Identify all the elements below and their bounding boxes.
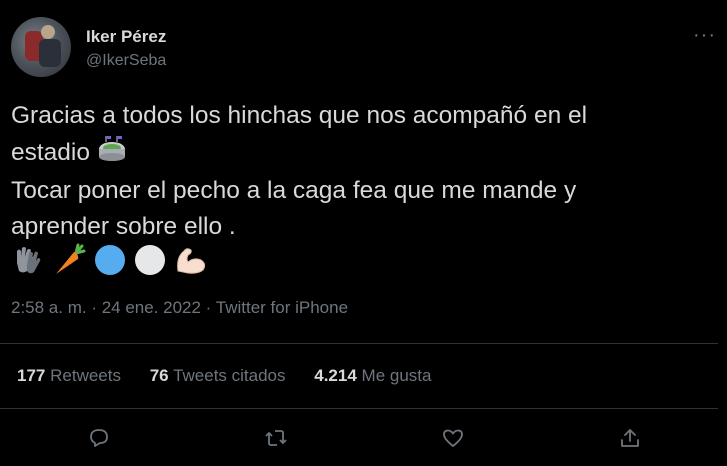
reply-icon [90, 429, 108, 447]
divider [0, 408, 718, 409]
tweet-line: Gracias a todos los hinchas que nos acom… [11, 102, 588, 129]
likes-stat[interactable]: 4.214 Me gusta [314, 366, 431, 385]
author-handle[interactable]: @IkerSeba [86, 52, 166, 70]
share-icon [621, 429, 639, 447]
heart-icon [443, 429, 463, 447]
emoji-row [11, 243, 711, 279]
reply-button[interactable] [84, 423, 114, 453]
like-button[interactable] [438, 423, 468, 453]
likes-count: 4.214 [314, 366, 357, 385]
avatar[interactable] [11, 17, 71, 77]
likes-label: Me gusta [361, 366, 432, 385]
divider [0, 343, 718, 344]
more-options-icon[interactable]: ··· [693, 24, 716, 47]
blue-circle-emoji-icon [93, 243, 127, 288]
avatar-figure [39, 39, 61, 67]
white-circle-emoji-icon [133, 243, 167, 288]
tweet-text: Gracias a todos los hinchas que nos acom… [11, 98, 711, 279]
retweets-count: 177 [17, 366, 46, 385]
share-button[interactable] [615, 423, 645, 453]
tweet-line: aprender sobre ello . [11, 213, 236, 240]
retweets-label: Retweets [50, 366, 121, 385]
stadium-emoji-icon [97, 134, 127, 173]
gloves-emoji-icon [11, 243, 45, 288]
carrot-emoji-icon [52, 243, 86, 288]
quotes-count: 76 [149, 366, 169, 385]
tweet-line-text: estadio [11, 138, 91, 166]
retweet-button[interactable] [261, 423, 291, 453]
quotes-stat[interactable]: 76 Tweets citados [150, 366, 286, 385]
avatar-figure [41, 25, 55, 39]
quotes-label: Tweets citados [173, 366, 286, 385]
tweet-metadata[interactable]: 2:58 a. m. · 24 ene. 2022 · Twitter for … [11, 298, 348, 318]
retweets-stat[interactable]: 177 Retweets [17, 366, 121, 385]
retweet-icon [265, 430, 287, 446]
tweet-stats: 177 Retweets 76 Tweets citados 4.214 Me … [17, 366, 455, 386]
flexed-biceps-emoji-icon [174, 243, 208, 288]
tweet-line: Tocar poner el pecho a la caga fea que m… [11, 177, 577, 204]
author-name[interactable]: Iker Pérez [86, 27, 166, 47]
tweet-line: estadio [11, 134, 711, 173]
